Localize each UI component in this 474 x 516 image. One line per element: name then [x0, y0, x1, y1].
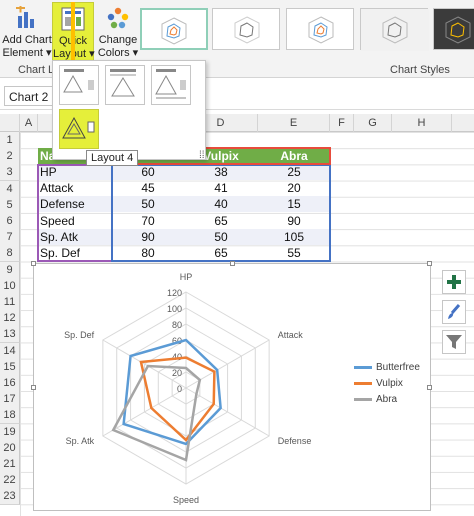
- legend-item[interactable]: Abra: [354, 394, 397, 408]
- group-label-chart-styles: Chart Styles: [390, 64, 450, 76]
- col-header-h[interactable]: H: [392, 114, 452, 132]
- layout-3[interactable]: [151, 65, 191, 105]
- resize-handle-r[interactable]: [427, 385, 432, 390]
- change-colors-label-1: Change: [98, 34, 138, 46]
- resize-handle-tr[interactable]: [427, 261, 432, 266]
- legend-swatch: [354, 381, 372, 385]
- row-header-3[interactable]: 3: [0, 164, 20, 182]
- chart-style-3[interactable]: [286, 8, 354, 50]
- radar-tick-label: 80: [172, 320, 182, 330]
- row-header-20[interactable]: 20: [0, 439, 20, 457]
- filter-icon: [446, 335, 462, 349]
- row-header-6[interactable]: 6: [0, 213, 20, 230]
- layout-4-preview: [62, 116, 95, 139]
- radar-category-label: Defense: [278, 436, 312, 446]
- row-header-7[interactable]: 7: [0, 229, 20, 247]
- legend-item[interactable]: Butterfree: [354, 362, 420, 376]
- chart-style-2-preview: [234, 16, 260, 44]
- layout-1-preview: [63, 69, 94, 93]
- change-colors-label-2: Colors ▾: [97, 47, 139, 59]
- name-range-outline: [37, 164, 113, 262]
- radar-tick-label: 0: [177, 384, 182, 394]
- layout-2[interactable]: [105, 65, 145, 105]
- row-header-19[interactable]: 19: [0, 423, 20, 441]
- add-chart-element-label-2: Element ▾: [2, 47, 52, 59]
- plus-icon: [447, 275, 461, 289]
- quick-layout-gallery: [52, 60, 206, 160]
- select-all-corner[interactable]: [0, 114, 20, 132]
- row-header-10[interactable]: 10: [0, 277, 20, 295]
- legend-swatch: [354, 365, 372, 369]
- radar-category-label: Sp. Def: [64, 330, 95, 340]
- layout-tooltip: Layout 4: [86, 150, 139, 166]
- col-header-e[interactable]: E: [258, 114, 330, 132]
- row-header-15[interactable]: 15: [0, 358, 20, 376]
- row-header-5[interactable]: 5: [0, 196, 20, 214]
- resize-handle-t[interactable]: [230, 261, 235, 266]
- radar-category-label: Sp. Atk: [66, 436, 95, 446]
- row-header-8[interactable]: 8: [0, 245, 20, 263]
- row-header-16[interactable]: 16: [0, 375, 20, 392]
- col-header-g[interactable]: G: [354, 114, 392, 132]
- radar-category-label: Speed: [173, 495, 199, 505]
- palette-icon: [107, 7, 129, 29]
- chart-add-icon: [16, 6, 34, 28]
- chart-style-4[interactable]: [360, 8, 429, 51]
- drag-handle[interactable]: ⁞⁞: [199, 150, 205, 161]
- row-header-12[interactable]: 12: [0, 310, 20, 328]
- layout-1[interactable]: [59, 65, 99, 105]
- row-header-13[interactable]: 13: [0, 326, 20, 344]
- row-header-14[interactable]: 14: [0, 342, 20, 360]
- chart-style-1[interactable]: [140, 8, 208, 50]
- name-box[interactable]: Chart 2: [4, 86, 58, 106]
- row-header-23[interactable]: 23: [0, 488, 20, 506]
- legend-item[interactable]: Vulpix: [354, 378, 403, 392]
- chart-filters-button[interactable]: [442, 330, 466, 354]
- radar-series: [111, 338, 222, 462]
- col-header-a[interactable]: A: [20, 114, 38, 132]
- chart-styles-button[interactable]: [442, 300, 466, 324]
- resize-handle-tl[interactable]: [31, 261, 36, 266]
- radar-tick-label: 120: [167, 288, 182, 298]
- row-header-21[interactable]: 21: [0, 456, 20, 473]
- row-header-2[interactable]: 2: [0, 148, 20, 166]
- legend-label: Vulpix: [376, 378, 403, 389]
- values-range-outline: [111, 164, 331, 262]
- chart-area[interactable]: 0 20 40 60 80 100 120 HP Attack Defense Speed Sp. …: [31, 261, 432, 511]
- change-colors-button[interactable]: Change Colors ▾: [96, 2, 140, 64]
- row-header-17[interactable]: 17: [0, 391, 20, 409]
- legend-label: Butterfree: [376, 362, 420, 373]
- add-chart-element-label-1: Add Chart: [2, 34, 52, 46]
- arrow-line-1: [71, 2, 75, 64]
- chart-style-2[interactable]: [212, 8, 280, 50]
- row-header-18[interactable]: 18: [0, 407, 20, 425]
- radar-category-label: HP: [180, 272, 193, 282]
- radar-tick-label: 20: [172, 368, 182, 378]
- row-header-22[interactable]: 22: [0, 472, 20, 490]
- chart-style-5[interactable]: [433, 8, 474, 50]
- radar-category-label: Attack: [278, 330, 304, 340]
- legend-label: Abra: [376, 394, 398, 405]
- layout-3-preview: [155, 69, 186, 99]
- legend-swatch: [354, 397, 372, 401]
- row-header-9[interactable]: 9: [0, 261, 20, 279]
- chart-style-3-preview: [308, 16, 334, 44]
- row-header-11[interactable]: 11: [0, 294, 20, 311]
- layout-2-preview: [110, 69, 136, 97]
- row-header-1[interactable]: 1: [0, 132, 20, 149]
- brush-icon: [448, 304, 461, 319]
- col-header-f[interactable]: F: [330, 114, 354, 132]
- chart-style-1-preview: [161, 17, 187, 45]
- chart-style-4-preview: [361, 9, 429, 51]
- layout-4[interactable]: [59, 109, 99, 149]
- chart-elements-button[interactable]: [442, 270, 466, 294]
- resize-handle-l[interactable]: [31, 385, 36, 390]
- chart-style-5-preview: [445, 16, 471, 44]
- add-chart-element-button[interactable]: Add Chart Element ▾: [2, 2, 52, 64]
- row-header-4[interactable]: 4: [0, 180, 20, 198]
- radar-tick-label: 100: [167, 304, 182, 314]
